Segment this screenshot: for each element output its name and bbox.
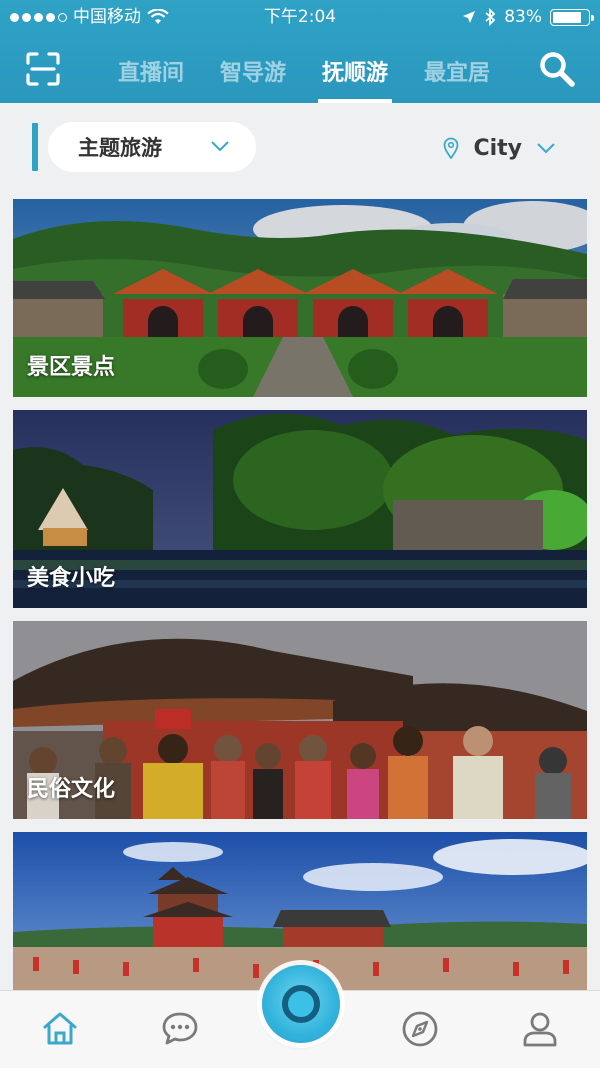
app-header: 中国移动 下午2:04 83% 直播间 智导游 抚顺游 最宜居: [0, 0, 600, 103]
card-label: 美食小吃: [27, 566, 116, 591]
status-left: 中国移动: [10, 0, 169, 34]
tab-livable[interactable]: 最宜居: [406, 46, 508, 103]
top-nav: 直播间 智导游 抚顺游 最宜居: [0, 46, 600, 103]
wifi-icon: [147, 9, 169, 24]
category-card-folk-culture[interactable]: 民俗文化: [13, 621, 587, 819]
card-label: 景区景点: [27, 355, 116, 380]
card-label: 民俗文化: [27, 777, 116, 802]
status-right: 83%: [462, 0, 594, 34]
category-card-scenic[interactable]: 景区景点: [13, 199, 587, 397]
bluetooth-icon: [485, 8, 496, 26]
carrier-label: 中国移动: [73, 7, 141, 27]
user-icon[interactable]: [520, 1009, 560, 1049]
chevron-down-icon: [211, 141, 229, 152]
chat-icon[interactable]: [160, 1009, 200, 1049]
theme-dropdown[interactable]: 主题旅游: [48, 122, 256, 172]
record-ring-icon: [282, 985, 320, 1023]
theme-dropdown-value: 主题旅游: [78, 136, 162, 160]
city-dropdown[interactable]: City: [443, 133, 556, 163]
signal-strength-icon: [10, 12, 67, 22]
category-card-food[interactable]: 美食小吃: [13, 410, 587, 608]
status-bar: 中国移动 下午2:04 83%: [0, 0, 600, 34]
tab-fushun-tour[interactable]: 抚顺游: [304, 46, 406, 103]
location-arrow-icon: [463, 11, 476, 23]
scan-icon[interactable]: [26, 52, 60, 86]
nav-tabs: 直播间 智导游 抚顺游 最宜居: [100, 46, 508, 103]
battery-icon: [550, 8, 594, 26]
chevron-down-icon: [537, 143, 555, 154]
filter-bar: 主题旅游 City: [0, 103, 600, 195]
center-action-button[interactable]: [262, 965, 340, 1043]
city-dropdown-value: City: [473, 135, 522, 161]
home-icon[interactable]: [40, 1009, 80, 1049]
compass-icon[interactable]: [400, 1009, 440, 1049]
location-pin-icon: [444, 137, 459, 159]
tab-guide[interactable]: 智导游: [202, 46, 304, 103]
battery-percent: 83%: [504, 7, 542, 27]
accent-bar: [32, 123, 38, 171]
tab-live[interactable]: 直播间: [100, 46, 202, 103]
search-icon[interactable]: [538, 50, 576, 88]
bottom-tab-bar: [0, 965, 600, 1068]
